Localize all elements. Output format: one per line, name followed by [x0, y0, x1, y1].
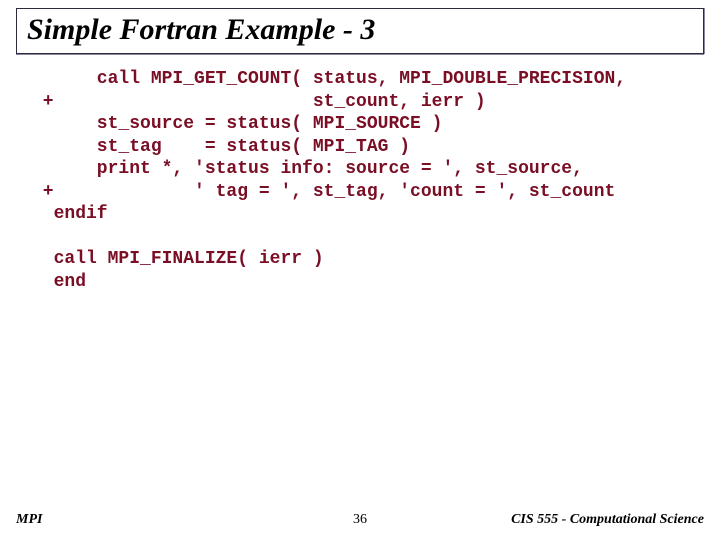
title-box: Simple Fortran Example - 3 [16, 8, 704, 54]
footer: MPI 36 CIS 555 - Computational Science [16, 508, 704, 528]
page-title: Simple Fortran Example - 3 [27, 13, 693, 47]
footer-right: CIS 555 - Computational Science [511, 512, 704, 528]
slide: Simple Fortran Example - 3 call MPI_GET_… [0, 0, 720, 540]
code-block: call MPI_GET_COUNT( status, MPI_DOUBLE_P… [32, 68, 700, 293]
